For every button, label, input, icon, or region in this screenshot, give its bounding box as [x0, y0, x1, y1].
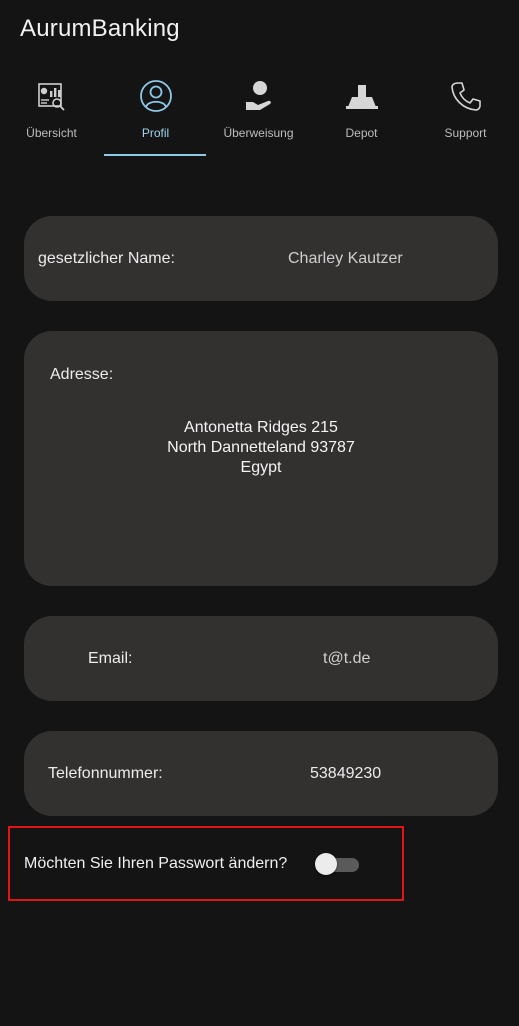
email-value: t@t.de [323, 650, 371, 667]
phone-icon [448, 78, 484, 114]
dashboard-report-icon [34, 78, 70, 114]
tab-support[interactable]: Support [414, 76, 517, 156]
phone-label: Telefonnummer: [48, 765, 163, 782]
address-card: Adresse: Antonetta Ridges 215 North Dann… [24, 331, 498, 586]
name-value: Charley Kautzer [288, 250, 403, 267]
tab-bar: Übersicht Profil Überweisung Depot Suppo… [0, 76, 519, 158]
toggle-thumb [315, 853, 337, 875]
address-text: Antonetta Ridges 215 North Dannetteland … [24, 418, 498, 478]
active-tab-indicator [104, 154, 206, 156]
transfer-hand-icon [241, 78, 277, 114]
address-line-city: North Dannetteland 93787 [167, 439, 355, 456]
app-title: AurumBanking [20, 15, 180, 42]
password-change-prompt: Möchten Sie Ihren Passwort ändern? [24, 855, 288, 872]
tab-profile[interactable]: Profil [104, 76, 207, 156]
tab-depot-label: Depot [345, 126, 378, 140]
tab-overview-label: Übersicht [26, 126, 77, 140]
tab-support-label: Support [444, 126, 487, 140]
name-label: gesetzlicher Name: [38, 250, 175, 267]
address-label: Adresse: [50, 366, 114, 383]
email-card: Email: t@t.de [24, 616, 498, 701]
phone-card: Telefonnummer: 53849230 [24, 731, 498, 816]
user-profile-icon [138, 78, 174, 114]
tab-profile-label: Profil [141, 126, 170, 140]
email-label: Email: [88, 650, 133, 667]
name-card: gesetzlicher Name: Charley Kautzer [24, 216, 498, 301]
address-line-street: Antonetta Ridges 215 [184, 419, 338, 436]
tab-transfer[interactable]: Überweisung [207, 76, 310, 156]
tab-depot[interactable]: Depot [310, 76, 413, 156]
address-line-country: Egypt [240, 459, 282, 476]
password-change-toggle[interactable] [315, 853, 361, 875]
tab-transfer-label: Überweisung [223, 126, 294, 140]
depot-icon [344, 78, 380, 114]
phone-value: 53849230 [310, 765, 382, 782]
tab-overview[interactable]: Übersicht [0, 76, 103, 156]
